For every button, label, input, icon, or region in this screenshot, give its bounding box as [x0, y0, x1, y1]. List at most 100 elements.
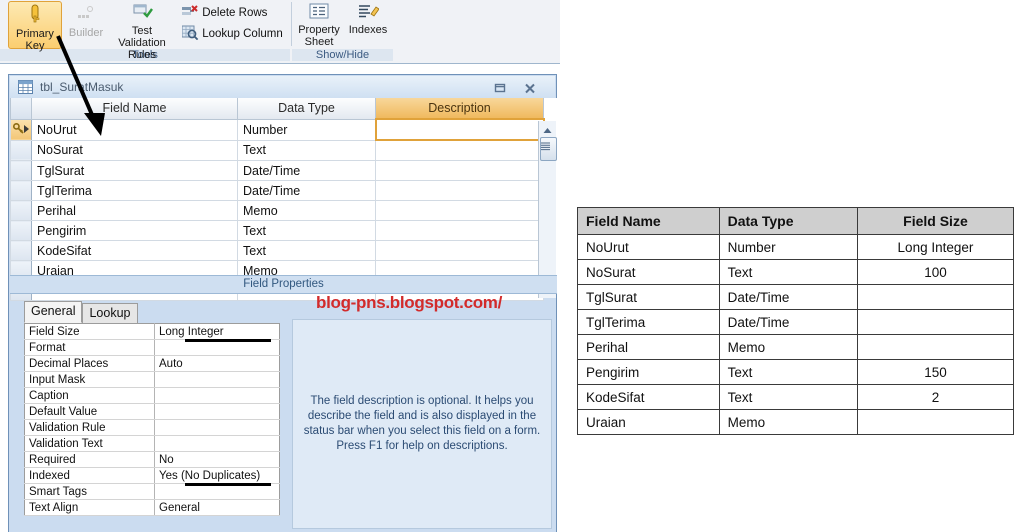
cell-field-name[interactable]: Pengirim [31, 220, 238, 241]
summary-column-header: Field Size [856, 207, 1014, 235]
tab-lookup[interactable]: Lookup [82, 303, 138, 324]
field-property-row: Caption [24, 387, 280, 404]
field-property-value[interactable] [154, 403, 280, 420]
summary-table-cell: Pengirim [577, 359, 720, 385]
delete-rows-button[interactable]: Delete Rows [182, 5, 267, 19]
summary-table-cell: Memo [718, 409, 858, 435]
cell-data-type[interactable]: Text [237, 220, 376, 241]
row-selector[interactable] [10, 118, 32, 141]
indexes-icon [345, 3, 391, 23]
row-selector[interactable] [10, 160, 32, 181]
tab-general[interactable]: General [24, 301, 83, 323]
cell-data-type[interactable]: Date/Time [237, 160, 376, 181]
row-selector[interactable] [10, 180, 32, 201]
field-property-label: Field Size [24, 323, 155, 340]
cell-description[interactable] [374, 118, 545, 141]
summary-table-row: NoUrut Number Long Integer [577, 234, 1014, 260]
design-grid-header-row: Field Name Data Type Description [10, 98, 544, 120]
cell-field-name[interactable]: KodeSifat [31, 240, 238, 261]
field-properties-table: Field Size Long Integer Format Decimal Plac… [24, 323, 280, 516]
cell-field-name[interactable]: NoSurat [31, 139, 238, 161]
select-all-corner[interactable] [10, 98, 32, 120]
summary-column-header: Field Name [577, 207, 720, 235]
key-icon [9, 4, 61, 27]
design-grid-row[interactable]: TglSurat Date/Time [10, 160, 544, 181]
field-property-value[interactable] [154, 419, 280, 436]
field-property-label: Caption [24, 387, 155, 404]
cell-data-type[interactable]: Text [237, 240, 376, 261]
field-property-value[interactable] [154, 435, 280, 452]
indexes-button[interactable]: Indexes [345, 1, 391, 47]
cell-description[interactable] [375, 180, 544, 201]
summary-table-row: TglTerima Date/Time [577, 309, 1014, 335]
scroll-up-button[interactable] [539, 121, 556, 137]
row-selector[interactable] [10, 220, 32, 241]
cell-description[interactable] [375, 160, 544, 181]
field-property-value[interactable]: Auto [154, 355, 280, 372]
design-grid-row[interactable]: KodeSifat Text [10, 240, 544, 261]
cell-field-name[interactable]: TglTerima [31, 180, 238, 201]
field-property-row: Input Mask [24, 371, 280, 388]
cell-description[interactable] [375, 240, 544, 261]
restore-button[interactable] [487, 78, 513, 96]
property-sheet-button[interactable]: Property Sheet [294, 1, 344, 48]
scrollbar-track[interactable] [539, 161, 556, 282]
field-property-value[interactable] [154, 371, 280, 388]
design-grid-row[interactable]: Pengirim Text [10, 220, 544, 241]
column-header-field-name[interactable]: Field Name [31, 98, 238, 120]
field-property-value[interactable]: Long Integer [154, 323, 280, 342]
current-row-arrow-icon [24, 124, 29, 133]
column-header-description[interactable]: Description [375, 98, 544, 120]
lookup-column-icon [181, 25, 199, 41]
cell-field-name[interactable]: TglSurat [31, 160, 238, 181]
summary-table-row: Uraian Memo [577, 409, 1014, 435]
cell-field-name[interactable]: Perihal [31, 200, 238, 221]
row-selector[interactable] [10, 240, 32, 261]
summary-table-cell: 150 [856, 359, 1014, 385]
scrollbar-thumb[interactable] [540, 137, 557, 161]
field-property-row: Validation Rule [24, 419, 280, 436]
test-validation-rules-button[interactable]: Test Validation Rules [112, 1, 172, 61]
cell-description[interactable] [375, 200, 544, 221]
design-grid-row[interactable]: NoUrut Number [10, 118, 545, 141]
design-grid-row[interactable]: TglTerima Date/Time [10, 180, 544, 201]
cell-description[interactable] [375, 139, 544, 161]
summary-table-cell: Long Integer [856, 234, 1014, 260]
summary-table-cell: TglTerima [577, 309, 720, 335]
summary-table-row: TglSurat Date/Time [577, 284, 1014, 310]
row-selector[interactable] [10, 139, 32, 161]
builder-icon [62, 3, 110, 26]
field-property-label: Input Mask [24, 371, 155, 388]
cell-description[interactable] [375, 220, 544, 241]
field-property-row: Decimal Places Auto [24, 355, 280, 372]
cell-data-type[interactable]: Memo [237, 200, 376, 221]
field-property-label: Required [24, 451, 155, 468]
window-title: tbl_SuratMasuk [40, 80, 124, 94]
ribbon-group-showhide-label: Show/Hide [292, 49, 393, 61]
close-button[interactable] [517, 78, 543, 96]
cell-field-name[interactable]: NoUrut [31, 118, 238, 141]
delete-rows-label: Delete Rows [202, 7, 268, 19]
primary-key-indicator-icon [13, 122, 24, 138]
design-grid-row[interactable]: NoSurat Text [10, 139, 544, 161]
summary-table: Field Name Data Type Field Size NoUrut Numb… [577, 207, 1014, 435]
minimize-button[interactable] [457, 78, 483, 96]
field-property-value[interactable]: General [154, 499, 280, 516]
summary-table-cell: Memo [718, 334, 858, 360]
field-property-value[interactable] [154, 387, 280, 404]
property-sheet-label-line2: Sheet [304, 36, 334, 48]
cell-data-type[interactable]: Number [237, 118, 376, 141]
field-property-value[interactable]: Yes (No Duplicates) [154, 467, 280, 486]
cell-data-type[interactable]: Text [237, 139, 376, 161]
column-header-data-type[interactable]: Data Type [237, 98, 376, 120]
field-property-label: Validation Text [24, 435, 155, 452]
field-property-value[interactable]: No [154, 451, 280, 468]
summary-table-row: NoSurat Text 100 [577, 259, 1014, 285]
grid-vertical-scrollbar[interactable] [538, 121, 557, 298]
field-description-help-box: The field description is optional. It he… [292, 319, 552, 529]
lookup-column-button[interactable]: Lookup Column [181, 25, 283, 41]
cell-data-type[interactable]: Date/Time [237, 180, 376, 201]
design-grid-row[interactable]: Perihal Memo [10, 200, 544, 221]
primary-key-button[interactable]: Primary Key [8, 1, 62, 52]
row-selector[interactable] [10, 200, 32, 221]
